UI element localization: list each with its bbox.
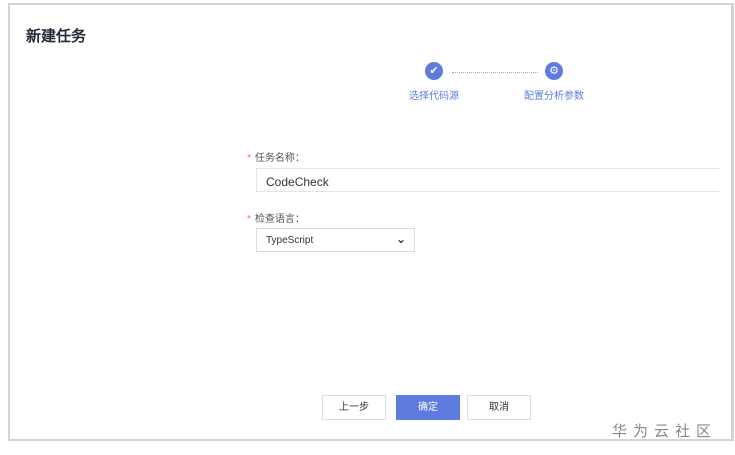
check-icon: ✔	[425, 62, 443, 80]
step-label: 配置分析参数	[524, 91, 584, 102]
step-config-params[interactable]: ⚙ 配置分析参数	[514, 62, 594, 102]
prev-button[interactable]: 上一步	[322, 395, 386, 420]
page-title: 新建任务	[26, 28, 87, 45]
cancel-button[interactable]: 取消	[467, 395, 531, 420]
language-select[interactable]: TypeScript ⌄	[256, 228, 415, 252]
required-mark: *	[247, 153, 251, 164]
required-mark: *	[247, 214, 251, 225]
confirm-button[interactable]: 确定	[396, 395, 460, 420]
step-select-source[interactable]: ✔ 选择代码源	[394, 62, 474, 102]
language-label: * 检查语言：	[247, 210, 305, 225]
language-value: TypeScript	[266, 235, 314, 246]
task-name-label: * 任务名称：	[247, 149, 305, 164]
step-label: 选择代码源	[409, 91, 459, 102]
task-name-input[interactable]: CodeCheck	[256, 168, 719, 192]
watermark: 华为云社区	[612, 423, 718, 440]
chevron-down-icon: ⌄	[395, 232, 406, 246]
dialog-frame	[8, 3, 734, 441]
label-text: 任务名称：	[254, 153, 305, 164]
label-text: 检查语言：	[254, 214, 305, 225]
gear-icon: ⚙	[545, 62, 563, 80]
